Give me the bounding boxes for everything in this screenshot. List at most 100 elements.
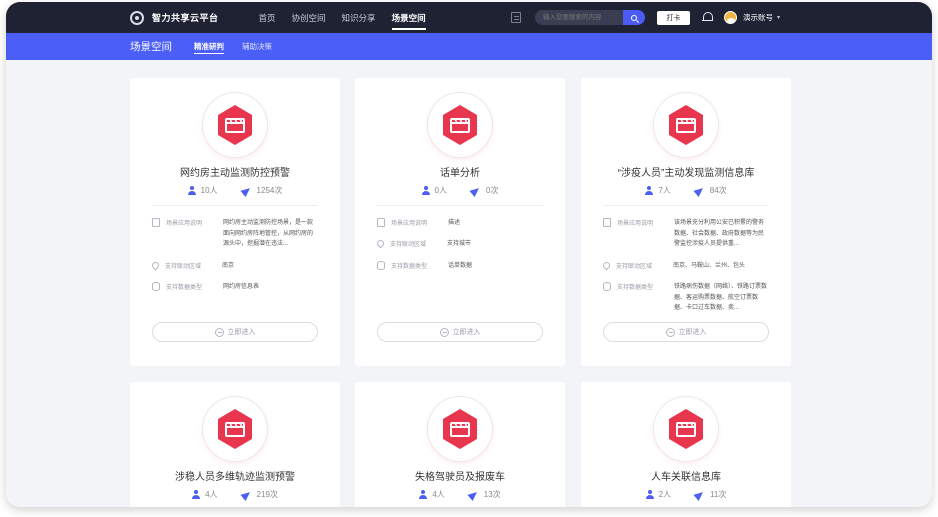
card-stats: 7人 84次 — [581, 184, 791, 197]
top-navbar: 智力共享云平台 首页 协创空间 知识分享 场景空间 打卡 演示账号 ▾ — [6, 2, 932, 33]
location-icon — [375, 238, 386, 249]
visit-count: 219次 — [256, 490, 278, 499]
person-icon — [187, 186, 196, 195]
divider — [377, 205, 543, 206]
app-name: 智力共享云平台 — [152, 13, 219, 23]
location-icon — [150, 260, 161, 271]
visit-count: 0次 — [486, 186, 499, 195]
people-count: 4人 — [432, 490, 445, 499]
visit-count: 11次 — [710, 490, 727, 499]
document-icon — [377, 218, 385, 227]
divider — [152, 205, 318, 206]
enter-button[interactable]: 立即进入 — [603, 322, 769, 342]
visit-count: 84次 — [709, 186, 727, 195]
card-stats: 2人 11次 — [581, 488, 791, 501]
database-icon — [152, 282, 160, 291]
nav-knowledge-share[interactable]: 知识分享 — [334, 2, 384, 33]
checkin-button[interactable]: 打卡 — [656, 10, 690, 25]
person-icon — [645, 490, 654, 499]
send-icon — [240, 488, 253, 501]
people-count: 10人 — [200, 186, 218, 195]
tab-decision-support[interactable]: 辅助决策 — [242, 33, 272, 60]
card-title: “涉疫人员”主动发现监测信息库 — [617, 168, 755, 179]
nav-scene-space[interactable]: 场景空间 — [384, 2, 434, 33]
enter-icon — [439, 327, 449, 337]
info-row-data: 支持数据类型 铁路病伤数据（网络）、铁路订票数据、客运购票数据、航空订票数据、卡… — [603, 282, 769, 314]
info-row-desc: 场景应用说明 该场景充分利用公安已积累的警务数据、社会数据、政府数据等为民警监控… — [603, 218, 769, 250]
enter-button[interactable]: 立即进入 — [377, 322, 543, 342]
scene-card[interactable]: 人车关联信息库 2人 11次 — [581, 382, 791, 507]
card-stats: 0人 0次 — [355, 184, 565, 197]
scene-card[interactable]: 涉稳人员多维轨迹监测预警 4人 219次 — [130, 382, 340, 507]
nav-collab-space[interactable]: 协创空间 — [284, 2, 334, 33]
database-icon — [603, 282, 611, 291]
enter-icon — [665, 327, 675, 337]
card-title: 话单分析 — [440, 168, 480, 179]
document-icon — [603, 218, 611, 227]
app-window: 智力共享云平台 首页 协创空间 知识分享 场景空间 打卡 演示账号 ▾ 场景空间… — [6, 2, 932, 507]
chevron-down-icon[interactable]: ▾ — [777, 14, 780, 21]
visit-count: 13次 — [483, 490, 501, 499]
send-icon — [693, 184, 706, 197]
scene-card[interactable]: “涉疫人员”主动发现监测信息库 7人 84次 场景应用说明 该场景充分利用公安已… — [581, 78, 791, 366]
scene-icon — [203, 397, 267, 461]
send-icon — [693, 488, 706, 501]
send-icon — [467, 488, 480, 501]
enter-button[interactable]: 立即进入 — [152, 322, 318, 342]
location-icon — [601, 260, 612, 271]
scene-card-grid: 网约房主动监测防控预警 10人 1254次 场景应用说明 网约房主动监测防控场景… — [6, 60, 932, 507]
info-row-region: 支持联动区域 南京、马鞍山、兰州、包头 — [601, 260, 769, 272]
send-icon — [240, 184, 253, 197]
main-nav: 首页 协创空间 知识分享 场景空间 — [251, 2, 434, 33]
info-row-data: 支持数据类型 话单数据 — [377, 261, 543, 272]
avatar[interactable] — [723, 11, 737, 24]
divider — [603, 205, 769, 206]
card-title: 失格驾驶员及报废车 — [415, 472, 505, 483]
search-icon — [630, 14, 637, 21]
card-stats: 10人 1254次 — [130, 184, 340, 197]
scene-card[interactable]: 话单分析 0人 0次 场景应用说明 描述 支持联动区域 支持城市 支持数据类型 … — [355, 78, 565, 366]
document-icon[interactable] — [510, 12, 521, 23]
info-row-region: 支持联动区域 支持城市 — [375, 238, 543, 250]
scene-icon — [203, 93, 267, 157]
top-right-tools: 打卡 演示账号 ▾ — [510, 2, 932, 33]
section-title: 场景空间 — [130, 41, 172, 53]
document-icon — [152, 218, 160, 227]
scene-card[interactable]: 网约房主动监测防控预警 10人 1254次 场景应用说明 网约房主动监测防控场景… — [130, 78, 340, 366]
info-row-region: 支持联动区域 南京 — [150, 260, 318, 272]
people-count: 7人 — [658, 186, 671, 195]
sub-navbar: 场景空间 精准研判 辅助决策 — [6, 33, 932, 60]
person-icon — [421, 186, 430, 195]
person-icon — [192, 490, 201, 499]
logo-icon — [130, 10, 144, 25]
scene-icon — [428, 397, 492, 461]
card-stats: 4人 13次 — [355, 488, 565, 501]
card-title: 网约房主动监测防控预警 — [180, 168, 290, 179]
account-name[interactable]: 演示账号 — [743, 12, 773, 23]
people-count: 0人 — [434, 186, 447, 195]
nav-home[interactable]: 首页 — [251, 2, 284, 33]
scene-card[interactable]: 失格驾驶员及报废车 4人 13次 — [355, 382, 565, 507]
info-row-data: 支持数据类型 网约房信息表 — [152, 282, 318, 293]
card-title: 涉稳人员多维轨迹监测预警 — [175, 472, 295, 483]
bell-icon[interactable] — [701, 12, 713, 23]
send-icon — [469, 184, 482, 197]
scene-icon — [654, 93, 718, 157]
card-title: 人车关联信息库 — [651, 472, 721, 483]
enter-icon — [214, 327, 224, 337]
card-stats: 4人 219次 — [130, 488, 340, 501]
database-icon — [377, 261, 385, 270]
visit-count: 1254次 — [256, 186, 283, 195]
scene-icon — [428, 93, 492, 157]
search-input[interactable] — [534, 10, 623, 25]
scene-icon — [654, 397, 718, 461]
people-count: 4人 — [205, 490, 218, 499]
info-row-desc: 场景应用说明 网约房主动监测防控场景，是一款面向网约房阵地管控，从网约房的源头中… — [152, 218, 318, 250]
person-icon — [645, 186, 654, 195]
person-icon — [419, 490, 428, 499]
people-count: 2人 — [658, 490, 672, 499]
tab-precise-analysis[interactable]: 精准研判 — [194, 33, 224, 60]
info-row-desc: 场景应用说明 描述 — [377, 218, 543, 229]
app-logo[interactable]: 智力共享云平台 — [130, 10, 219, 25]
search-button[interactable] — [622, 10, 645, 25]
